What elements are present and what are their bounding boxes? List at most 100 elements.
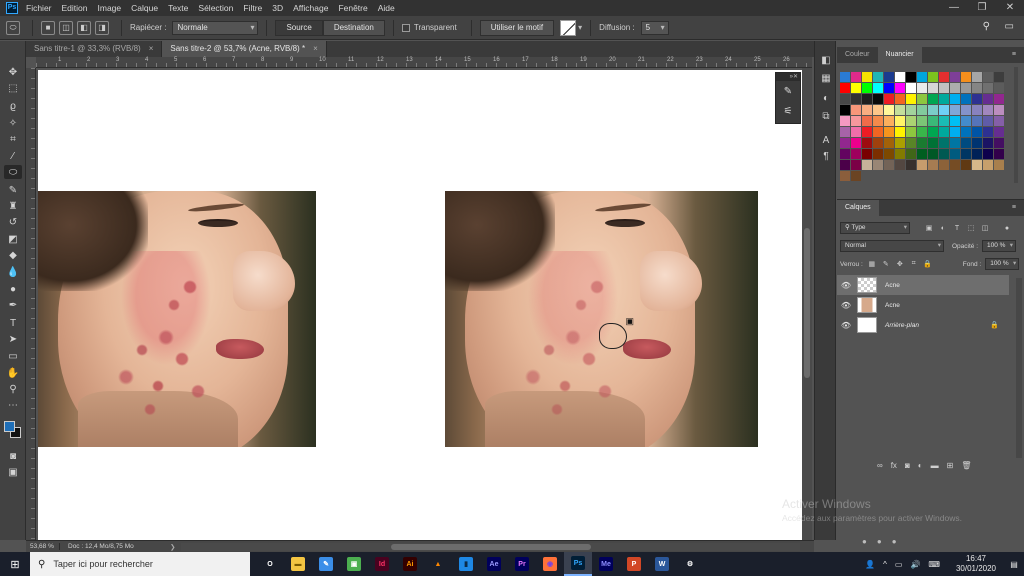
menu-filtre[interactable]: Filtre: [243, 3, 262, 13]
adjustments-icon[interactable]: ◐: [819, 91, 833, 105]
tab-calques[interactable]: Calques: [837, 200, 879, 216]
color-swatch[interactable]: [840, 160, 850, 170]
color-swatch[interactable]: [983, 105, 993, 115]
color-swatch[interactable]: [851, 105, 861, 115]
network-icon[interactable]: ▭: [895, 560, 903, 569]
color-swatch[interactable]: [950, 83, 960, 93]
blur-icon[interactable]: 💧: [4, 265, 22, 279]
filter-type-icon[interactable]: T: [952, 225, 962, 232]
color-swatch[interactable]: [950, 138, 960, 148]
color-swatch[interactable]: [895, 83, 905, 93]
color-swatch[interactable]: [862, 83, 872, 93]
color-swatch[interactable]: [994, 138, 1004, 148]
color-swatch[interactable]: [939, 72, 949, 82]
adjustment-layer-icon[interactable]: ◐: [918, 461, 923, 470]
paint-bucket-icon[interactable]: ◆: [4, 248, 22, 262]
color-swatch[interactable]: [939, 127, 949, 137]
color-swatch[interactable]: [851, 138, 861, 148]
color-swatch[interactable]: [950, 116, 960, 126]
color-swatch[interactable]: [994, 160, 1004, 170]
swatch-scrollbar[interactable]: [1014, 67, 1018, 183]
file-explorer-taskbar-button[interactable]: ▬: [284, 552, 312, 576]
filter-toggle-icon[interactable]: ●: [1002, 225, 1012, 232]
color-swatch[interactable]: [917, 138, 927, 148]
color-swatch[interactable]: [840, 138, 850, 148]
color-swatch[interactable]: [928, 83, 938, 93]
color-swatch[interactable]: [961, 160, 971, 170]
color-swatch[interactable]: [917, 160, 927, 170]
color-swatch[interactable]: [994, 127, 1004, 137]
patch-selection-cursor[interactable]: [599, 316, 634, 349]
color-swatch[interactable]: [906, 105, 916, 115]
new-layer-icon[interactable]: ⊞: [947, 461, 954, 470]
color-swatch[interactable]: [917, 94, 927, 104]
vlc-taskbar-button[interactable]: ▲: [424, 552, 452, 576]
color-swatch[interactable]: [961, 138, 971, 148]
color-swatch[interactable]: [840, 94, 850, 104]
color-swatch[interactable]: [950, 127, 960, 137]
restore-button[interactable]: ❐: [968, 0, 996, 16]
transparent-checkbox[interactable]: [401, 23, 410, 32]
color-swatch[interactable]: [950, 160, 960, 170]
source-button[interactable]: Source: [275, 19, 323, 36]
color-swatch[interactable]: [972, 94, 982, 104]
color-swatch[interactable]: [851, 83, 861, 93]
patch-tool-icon[interactable]: ⬭: [4, 165, 22, 179]
color-swatch[interactable]: [917, 149, 927, 159]
color-swatch[interactable]: [851, 72, 861, 82]
opacity-input[interactable]: 100 %: [982, 240, 1017, 252]
menu-texte[interactable]: Texte: [168, 3, 188, 13]
history-icon[interactable]: ⧉: [819, 109, 833, 123]
close-icon[interactable]: ×: [313, 41, 318, 57]
color-swatch[interactable]: [906, 138, 916, 148]
quick-mask-icon[interactable]: ◙: [4, 449, 22, 463]
color-swatch[interactable]: [906, 116, 916, 126]
filter-adjust-icon[interactable]: ◐: [938, 225, 948, 232]
color-swatch[interactable]: [994, 83, 1004, 93]
photos-taskbar-button[interactable]: ▣: [340, 552, 368, 576]
horizontal-scrollbar[interactable]: [181, 542, 800, 551]
layer-row[interactable]: 👁 Acne: [837, 275, 1009, 295]
color-swatch[interactable]: [884, 127, 894, 137]
fill-input[interactable]: 100 %: [985, 258, 1020, 270]
color-swatch[interactable]: [928, 138, 938, 148]
color-swatch[interactable]: [994, 105, 1004, 115]
diffusion-select[interactable]: 5: [640, 20, 669, 35]
color-swatch[interactable]: [884, 94, 894, 104]
color-swatch[interactable]: [851, 127, 861, 137]
color-swatch[interactable]: [851, 149, 861, 159]
brush-icon[interactable]: ✎: [4, 183, 22, 197]
color-swatch[interactable]: [961, 72, 971, 82]
color-swatch[interactable]: [884, 116, 894, 126]
menu-edition[interactable]: Edition: [62, 3, 88, 13]
color-swatch[interactable]: [972, 72, 982, 82]
color-swatch[interactable]: [939, 149, 949, 159]
circle-icon[interactable]: ●: [892, 537, 897, 546]
delete-layer-icon[interactable]: 🗑: [961, 461, 971, 470]
menu-affichage[interactable]: Affichage: [293, 3, 328, 13]
volume-icon[interactable]: 🔊: [910, 560, 920, 569]
task-view-taskbar-button[interactable]: O: [256, 552, 284, 576]
color-swatch[interactable]: [928, 149, 938, 159]
color-swatch[interactable]: [873, 116, 883, 126]
notification-icon[interactable]: ▤: [1004, 552, 1024, 576]
new-group-icon[interactable]: ▬: [931, 461, 939, 470]
color-swatch[interactable]: [972, 160, 982, 170]
color-swatch[interactable]: [895, 116, 905, 126]
tab-sans-titre-2[interactable]: Sans titre-2 @ 53,7% (Acne, RVB/8) * ×: [162, 41, 327, 57]
color-swatch[interactable]: [906, 94, 916, 104]
menu-image[interactable]: Image: [98, 3, 122, 13]
circle-icon[interactable]: ●: [877, 537, 882, 546]
color-swatch[interactable]: [917, 72, 927, 82]
color-swatch[interactable]: [851, 94, 861, 104]
color-swatch[interactable]: [961, 94, 971, 104]
close-icon[interactable]: »✕: [776, 73, 800, 81]
color-swatch[interactable]: [895, 160, 905, 170]
hand-icon[interactable]: ✋: [4, 366, 22, 380]
color-swatch[interactable]: [862, 72, 872, 82]
color-swatch[interactable]: [873, 105, 883, 115]
adjust-sliders-icon[interactable]: ⚟: [776, 101, 800, 121]
path-select-icon[interactable]: ➤: [4, 332, 22, 346]
color-swatch[interactable]: [862, 94, 872, 104]
character-icon[interactable]: A: [819, 133, 833, 147]
